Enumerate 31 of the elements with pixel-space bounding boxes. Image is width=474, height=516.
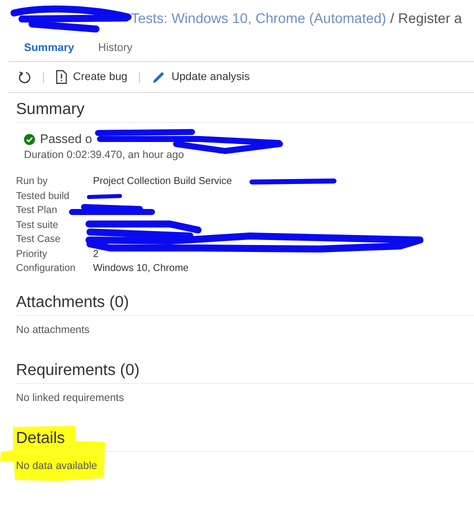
outcome-text: Passed o	[40, 132, 92, 146]
pencil-icon	[152, 70, 166, 84]
breadcrumb-current: Register a	[398, 10, 462, 26]
update-analysis-button[interactable]: Update analysis	[150, 68, 252, 86]
field-label: Run by	[16, 176, 49, 187]
field-label: Test suite	[16, 220, 60, 230]
tab[interactable]: Summary	[16, 38, 80, 61]
field-label: Priority	[16, 248, 48, 260]
create-bug-button[interactable]: Create bug	[54, 68, 130, 86]
refresh-button[interactable]	[16, 68, 33, 86]
section-text: No attachments	[16, 323, 90, 338]
refresh-icon	[18, 70, 31, 84]
section-heading: Summary	[16, 93, 474, 123]
field-value: Windows 10, Chrome	[93, 263, 190, 274]
section-text: No linked requirements	[16, 391, 124, 406]
section-text: No data available	[16, 459, 98, 474]
document-icon	[56, 70, 67, 84]
section-heading: Details	[16, 422, 474, 452]
tab[interactable]: History	[90, 38, 138, 61]
breadcrumb-link[interactable]: Tests: Windows 10, Chrome (Automated)	[131, 10, 386, 26]
field-label: Configuration	[16, 263, 76, 274]
section-heading: Requirements (0)	[16, 354, 474, 384]
section-heading: Attachments (0)	[16, 286, 474, 316]
field-label: Test Plan	[16, 205, 58, 216]
scribble-mark	[87, 194, 122, 199]
field-value: 2	[93, 248, 100, 260]
field-label: Test Case	[16, 234, 62, 245]
duration-text: Duration 0:02:39.470, an hour ago	[23, 148, 185, 161]
field-value: Project Collection Build Service	[93, 176, 232, 187]
field-label: Tested build	[16, 190, 70, 202]
breadcrumb-separator: /	[390, 10, 394, 26]
